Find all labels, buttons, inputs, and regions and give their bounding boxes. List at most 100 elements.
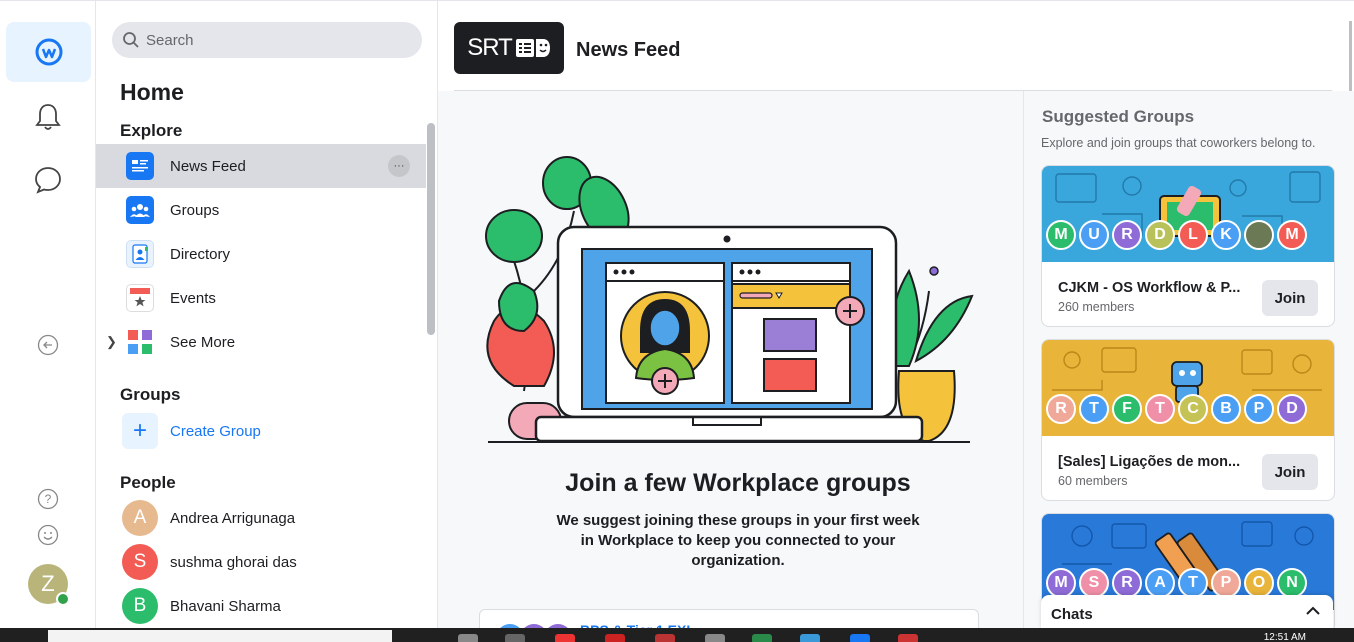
nav-item-news-feed[interactable]: News Feed ··· bbox=[96, 144, 426, 188]
group-member-count: 260 members bbox=[1058, 300, 1135, 314]
group-banner-image: R T F T C B P D bbox=[1042, 340, 1334, 436]
group-name[interactable]: [Sales] Ligações de mon... bbox=[1058, 454, 1254, 470]
member-initial: T bbox=[1155, 400, 1165, 417]
page-heading-home: Home bbox=[120, 79, 184, 105]
feedback-smiley-icon[interactable] bbox=[28, 515, 68, 555]
collapse-arrow-icon[interactable] bbox=[28, 325, 68, 365]
groups-section-title: Groups bbox=[120, 385, 181, 404]
person-avatar: S bbox=[122, 544, 158, 580]
nav-item-label: Directory bbox=[170, 245, 231, 263]
user-avatar[interactable]: Z bbox=[28, 564, 70, 606]
group-card[interactable]: R T F T C B P D [Sales] Ligações de mon.… bbox=[1041, 339, 1335, 501]
chat-bubble-icon[interactable] bbox=[28, 160, 68, 200]
group-card[interactable]: M U R D L K M CJKM - OS Workflow & P... … bbox=[1041, 165, 1335, 327]
svg-text:?: ? bbox=[45, 492, 52, 506]
group-name[interactable]: CJKM - OS Workflow & P... bbox=[1058, 280, 1254, 296]
join-group-button[interactable]: Join bbox=[1262, 454, 1318, 490]
person-item[interactable]: B Bhavani Sharma bbox=[96, 584, 426, 628]
brand-mark-icon bbox=[515, 39, 550, 57]
member-initial: N bbox=[1286, 574, 1298, 591]
member-initial: R bbox=[1121, 226, 1133, 243]
explore-section-title: Explore bbox=[120, 121, 183, 140]
nav-scrollbar[interactable] bbox=[427, 123, 435, 335]
more-options-button[interactable]: ··· bbox=[388, 155, 410, 177]
workplace-logo-icon[interactable] bbox=[6, 22, 91, 82]
member-bubble: M bbox=[1046, 568, 1076, 598]
member-bubbles: M S R A T P O N bbox=[1046, 568, 1310, 598]
member-initial: T bbox=[1188, 574, 1198, 591]
nav-item-directory[interactable]: Directory bbox=[96, 232, 426, 276]
groups-icon bbox=[126, 196, 154, 224]
feed-column: Join a few Workplace groups We suggest j… bbox=[454, 91, 1022, 639]
nav-item-see-more[interactable]: ❯ See More bbox=[96, 320, 426, 364]
member-bubble: M bbox=[1046, 220, 1076, 250]
join-groups-heading: Join a few Workplace groups bbox=[565, 469, 911, 497]
search-bar[interactable] bbox=[112, 22, 422, 58]
left-rail: ? Z bbox=[0, 0, 96, 628]
member-initial: R bbox=[1055, 400, 1067, 417]
taskbar-app-icon[interactable] bbox=[800, 634, 820, 642]
plus-icon: + bbox=[122, 413, 158, 449]
member-initial: M bbox=[1285, 226, 1299, 243]
person-initial: S bbox=[133, 551, 147, 572]
member-bubble: C bbox=[1178, 394, 1208, 424]
person-item[interactable]: S sushma ghorai das bbox=[96, 540, 426, 584]
taskbar-app-icon[interactable] bbox=[752, 634, 772, 642]
nav-item-events[interactable]: Events bbox=[96, 276, 426, 320]
person-name: Andrea Arrigunaga bbox=[170, 509, 296, 527]
member-initial: M bbox=[1054, 226, 1068, 243]
member-bubble: R bbox=[1112, 568, 1142, 598]
notifications-bell-icon[interactable] bbox=[28, 97, 68, 137]
group-banner-image: M U R D L K M bbox=[1042, 166, 1334, 262]
member-initial: R bbox=[1121, 574, 1133, 591]
group-member-count: 60 members bbox=[1058, 474, 1128, 488]
taskbar-app-icon[interactable] bbox=[605, 634, 625, 642]
taskbar-app-icon[interactable] bbox=[898, 634, 918, 642]
suggested-groups-panel: Suggested Groups Explore and join groups… bbox=[1023, 91, 1354, 633]
member-initial: P bbox=[1220, 574, 1232, 591]
person-item[interactable]: A Andrea Arrigunaga bbox=[96, 496, 426, 540]
join-groups-description: We suggest joining these groups in your … bbox=[556, 512, 920, 569]
directory-icon bbox=[126, 240, 154, 268]
member-initial: B bbox=[1220, 400, 1232, 417]
taskbar-clock: 12:51 AM bbox=[1263, 632, 1306, 642]
page-title: News Feed bbox=[576, 39, 681, 61]
nav-item-groups[interactable]: Groups bbox=[96, 188, 426, 232]
member-bubble: D bbox=[1145, 220, 1175, 250]
create-group-label: Create Group bbox=[170, 422, 261, 440]
create-group-button[interactable]: + Create Group bbox=[96, 409, 426, 453]
taskbar-app-icon[interactable] bbox=[555, 634, 575, 642]
taskbar-search-box[interactable] bbox=[48, 630, 392, 642]
member-bubble: O bbox=[1244, 568, 1274, 598]
member-initial: O bbox=[1252, 574, 1266, 591]
join-group-button[interactable]: Join bbox=[1262, 280, 1318, 316]
member-initial: K bbox=[1220, 226, 1232, 243]
company-logo[interactable]: SRT bbox=[454, 22, 564, 74]
help-icon[interactable]: ? bbox=[28, 479, 68, 519]
person-initial: B bbox=[133, 595, 147, 616]
chats-bar[interactable]: Chats bbox=[1041, 595, 1333, 629]
taskbar-app-icon[interactable] bbox=[655, 634, 675, 642]
people-section-title: People bbox=[120, 473, 176, 492]
member-initial: P bbox=[1253, 400, 1265, 417]
member-bubbles: R T F T C B P D bbox=[1046, 394, 1310, 424]
person-avatar: B bbox=[122, 588, 158, 624]
member-initial: U bbox=[1088, 226, 1100, 243]
person-avatar: A bbox=[122, 500, 158, 536]
chevron-up-icon[interactable] bbox=[1305, 603, 1321, 619]
more-options-dots: ··· bbox=[393, 160, 405, 172]
taskbar-app-icon[interactable] bbox=[705, 634, 725, 642]
member-initial: D bbox=[1286, 400, 1298, 417]
member-bubble: T bbox=[1145, 394, 1175, 424]
taskbar-app-icon[interactable] bbox=[505, 634, 525, 642]
member-bubble: T bbox=[1079, 394, 1109, 424]
suggested-groups-title: Suggested Groups bbox=[1042, 107, 1195, 126]
suggested-groups-subtitle: Explore and join groups that coworkers b… bbox=[1041, 136, 1316, 150]
taskbar-app-icon[interactable] bbox=[850, 634, 870, 642]
member-initial: M bbox=[1054, 574, 1068, 591]
taskbar-app-icon[interactable] bbox=[458, 634, 478, 642]
nav-item-label: Groups bbox=[170, 201, 220, 219]
member-bubble: P bbox=[1211, 568, 1241, 598]
member-bubble: B bbox=[1211, 394, 1241, 424]
search-input[interactable] bbox=[146, 31, 396, 49]
